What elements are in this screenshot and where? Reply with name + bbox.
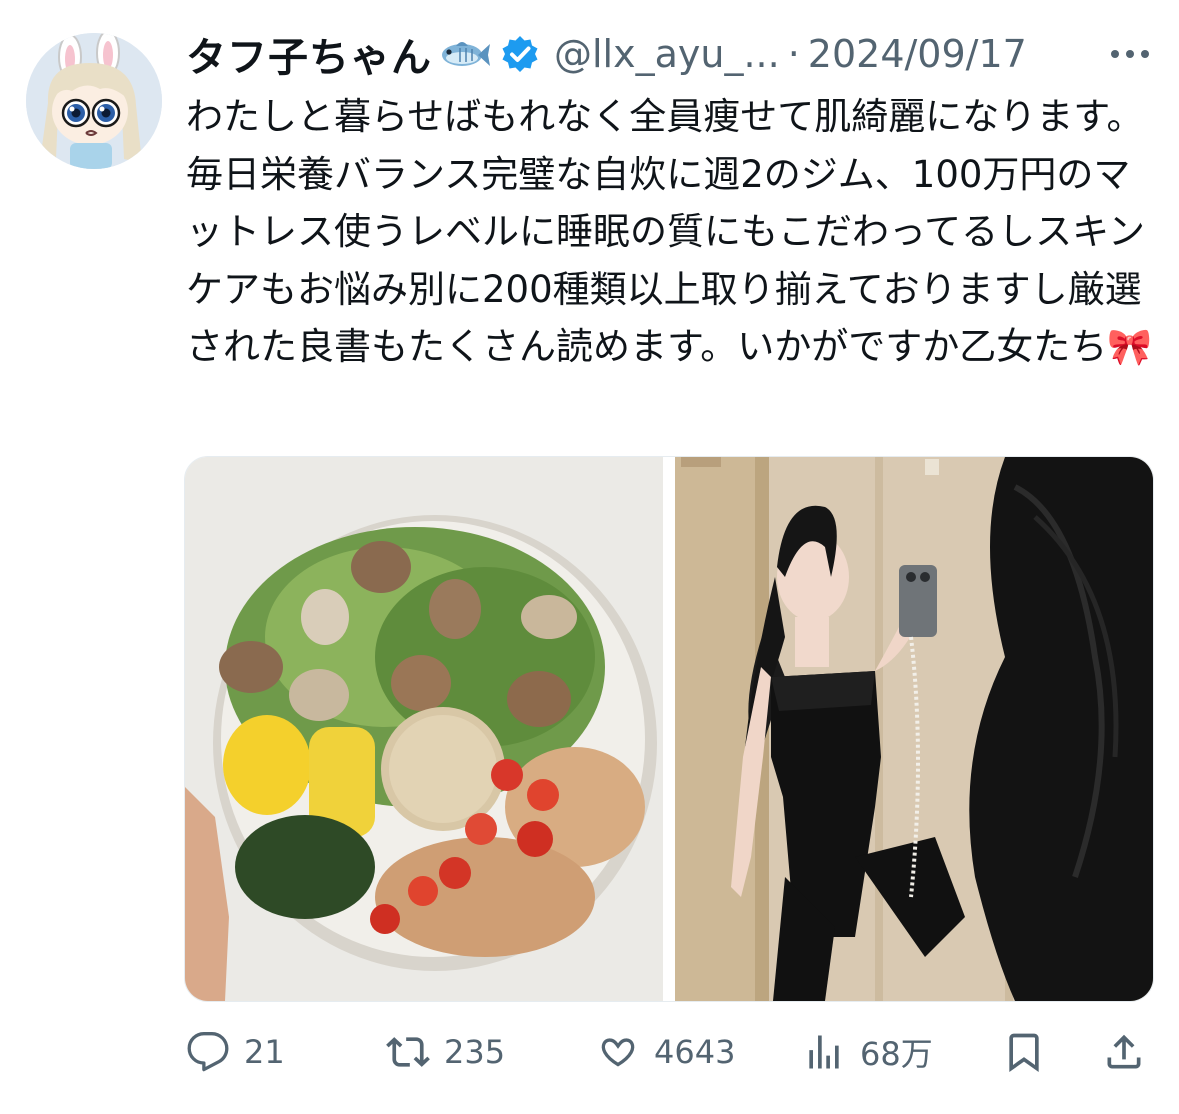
views-count: 68万 xyxy=(860,1035,933,1073)
tweet-text-content: わたしと暮らせばもれなく全員痩せて肌綺麗になります。毎日栄養バランス完璧な自炊に… xyxy=(186,95,1146,368)
heart-icon xyxy=(601,1038,635,1067)
views-button[interactable]: 68万 xyxy=(802,1028,933,1076)
tweet-header: タフ子ちゃん @llx_ayu_... · 2024/09/17 xyxy=(186,26,1027,82)
reply-button[interactable]: 21 xyxy=(186,1028,285,1076)
user-handle[interactable]: @llx_ayu_... xyxy=(554,32,780,76)
like-button[interactable]: 4643 xyxy=(596,1028,735,1076)
media-divider xyxy=(663,457,675,1001)
display-name[interactable]: タフ子ちゃん xyxy=(186,25,432,83)
ribbon-icon: 🎀 xyxy=(1107,327,1153,368)
bookmark-button[interactable] xyxy=(1002,1028,1060,1076)
more-options-icon[interactable] xyxy=(1108,44,1152,64)
reply-count: 21 xyxy=(244,1033,285,1071)
views-icon xyxy=(809,1035,839,1069)
repost-count: 235 xyxy=(444,1033,506,1071)
mirror-selfie-photo[interactable] xyxy=(675,457,1153,1001)
like-count: 4643 xyxy=(654,1033,736,1071)
avatar[interactable] xyxy=(26,33,162,169)
verified-badge-icon xyxy=(502,36,538,72)
repost-icon xyxy=(386,1037,430,1067)
food-bowl-photo[interactable] xyxy=(185,457,663,1001)
tweet-text: わたしと暮らせばもれなく全員痩せて肌綺麗になります。毎日栄養バランス完璧な自炊に… xyxy=(186,88,1161,377)
reply-icon xyxy=(187,1032,229,1072)
bookmark-icon xyxy=(1009,1033,1039,1073)
tweet-date[interactable]: 2024/09/17 xyxy=(808,32,1027,76)
fish-icon xyxy=(442,42,490,66)
share-icon xyxy=(1107,1034,1141,1069)
avatar-illustration xyxy=(26,33,162,169)
tweet-media[interactable] xyxy=(184,456,1154,1002)
separator-dot: · xyxy=(787,32,800,76)
repost-button[interactable]: 235 xyxy=(386,1028,505,1076)
tweet-actions: 21 235 4643 68万 xyxy=(186,1028,1146,1076)
tweet[interactable]: タフ子ちゃん @llx_ayu_... · 2024/09/17 わたしと暮らせ… xyxy=(0,0,1179,1114)
share-button[interactable] xyxy=(1102,1028,1160,1076)
